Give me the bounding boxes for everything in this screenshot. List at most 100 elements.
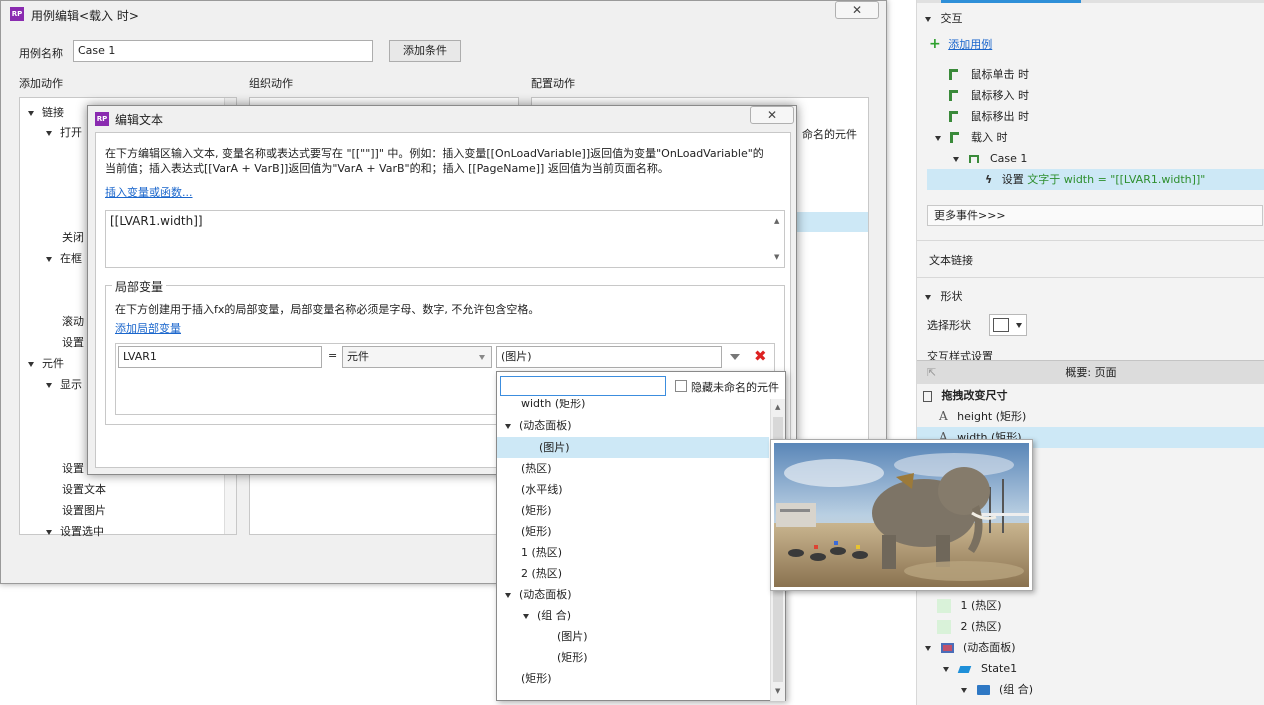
text-link-section[interactable]: 文本链接 <box>917 250 1264 271</box>
tree-item-set-image[interactable]: 设置图片 <box>62 502 106 518</box>
chevron-down-icon <box>1016 323 1022 328</box>
state-icon <box>957 665 971 673</box>
scroll-up-icon: ▲ <box>775 403 781 411</box>
list-item-label: (动态面板) <box>519 588 572 601</box>
interaction-section-header[interactable]: 交互 <box>917 8 1264 29</box>
outline-title: 概要: 页面 <box>1065 366 1117 379</box>
list-item[interactable]: (动态面板) <box>497 584 769 605</box>
outline-item[interactable]: A height (矩形) <box>917 406 1264 427</box>
list-item[interactable]: width (矩形) <box>497 399 769 414</box>
list-item[interactable]: (水平线) <box>497 479 769 500</box>
hotspot-icon <box>937 620 951 634</box>
case-label: Case 1 <box>990 152 1028 165</box>
interaction-style-label: 交互样式设置 <box>927 350 993 360</box>
list-item[interactable]: (矩形) <box>497 500 769 521</box>
outline-item[interactable]: 2 (热区) <box>917 616 1264 637</box>
event-onload[interactable]: 载入 时 <box>917 127 1264 148</box>
pin-icon: ⇱ <box>927 366 937 379</box>
case-name-input[interactable]: Case 1 <box>73 40 373 62</box>
select-shape-label: 选择形状 <box>927 319 971 332</box>
hide-unnamed-checkbox[interactable] <box>675 380 687 392</box>
text-editor[interactable]: [[LVAR1.width]] ▲ ▼ <box>105 210 785 268</box>
chevron-down-icon[interactable] <box>730 354 740 360</box>
close-button[interactable]: ✕ <box>835 1 879 19</box>
outline-root[interactable]: 拖拽改变尺寸 <box>917 385 1264 406</box>
add-action-header: 添加动作 <box>19 77 63 90</box>
outline-item[interactable]: (动态面板) <box>917 637 1264 658</box>
chevron-down-icon <box>935 136 941 141</box>
delete-icon[interactable]: ✖ <box>754 347 767 365</box>
list-item[interactable]: (矩形) <box>497 668 769 689</box>
configure-action-header: 配置动作 <box>531 77 575 90</box>
insert-variable-link[interactable]: 插入变量或函数... <box>105 184 193 200</box>
list-item[interactable]: (图片) <box>497 626 769 647</box>
chevron-down-icon <box>46 383 52 388</box>
tree-label: 元件 <box>42 357 64 370</box>
chevron-down-icon <box>925 17 931 22</box>
tree-label: 设置 <box>62 462 84 475</box>
case-item[interactable]: Case 1 <box>917 148 1264 169</box>
tree-label: 打开 <box>60 126 82 139</box>
tree-item-set-selected[interactable]: 设置选中 <box>46 523 104 539</box>
var-name-input[interactable]: LVAR1 <box>118 346 322 368</box>
tree-item[interactable]: 在框 <box>46 250 82 266</box>
shape-picker[interactable] <box>989 314 1027 336</box>
add-case-link[interactable]: + 添加用例 <box>917 34 1264 55</box>
outline-item-label: (组 合) <box>999 683 1034 696</box>
outline-item[interactable]: 1 (热区) <box>917 595 1264 616</box>
event-mouseenter[interactable]: 鼠标移入 时 <box>917 85 1264 106</box>
list-item[interactable]: (矩形) <box>497 647 769 668</box>
interaction-style-row[interactable]: 交互样式设置 <box>917 346 1264 360</box>
tree-item-set-text[interactable]: 设置文本 <box>62 481 106 497</box>
list-item[interactable]: (组 合) <box>497 605 769 626</box>
close-button[interactable]: ✕ <box>750 106 794 124</box>
page-icon <box>923 390 932 402</box>
folder-icon <box>976 685 990 695</box>
var-type-select[interactable]: 元件 <box>342 346 492 368</box>
list-item[interactable]: (矩形) <box>497 521 769 542</box>
elephant-race-image <box>774 443 1029 587</box>
more-events-dropdown[interactable]: 更多事件>>> <box>927 205 1263 226</box>
event-click[interactable]: 鼠标单击 时 <box>917 64 1264 85</box>
list-item-selected[interactable]: (图片) <box>497 437 769 458</box>
outline-item[interactable]: (组 合) <box>917 679 1264 700</box>
tree-item-widget[interactable]: 元件 <box>28 355 64 371</box>
description-line-2: 当前值；插入表达式[[VarA + VarB]]返回值为"VarA + VarB… <box>105 162 669 175</box>
tree-item[interactable]: 打开 <box>46 124 82 140</box>
widget-search-input[interactable] <box>500 376 666 396</box>
list-item[interactable]: 1 (热区) <box>497 542 769 563</box>
list-item[interactable]: (热区) <box>497 458 769 479</box>
outline-item-label: (动态面板) <box>963 641 1016 654</box>
add-condition-button[interactable]: 添加条件 <box>389 40 461 62</box>
list-item-label: width (矩形) <box>521 399 586 410</box>
list-item-label: (水平线) <box>521 483 563 496</box>
cursor-icon <box>949 132 960 144</box>
cursor-icon <box>949 90 959 102</box>
scrollbar[interactable]: ▲ ▼ <box>770 211 784 267</box>
var-target-select[interactable]: (图片) <box>496 346 722 368</box>
list-item[interactable]: (动态面板) <box>497 415 769 436</box>
cursor-icon <box>949 111 959 123</box>
list-item-label: (热区) <box>521 462 552 475</box>
equals-sign: = <box>328 349 338 362</box>
chevron-down-icon <box>46 257 52 262</box>
outline-item[interactable]: State1 <box>917 658 1264 679</box>
rp-logo-icon: RP <box>10 7 24 21</box>
shape-section-header[interactable]: 形状 <box>917 286 1264 307</box>
chevron-down-icon <box>943 667 949 672</box>
tree-item-link[interactable]: 链接 <box>28 104 64 120</box>
list-item[interactable]: 2 (热区) <box>497 563 769 584</box>
event-mouseleave[interactable]: 鼠标移出 时 <box>917 106 1264 127</box>
action-item[interactable]: ϟ 设置 文字于 width = "[[LVAR1.width]]" <box>927 169 1264 190</box>
tree-item[interactable]: 设置 <box>62 334 84 350</box>
select-shape-row: 选择形状 <box>917 315 1264 336</box>
outline-item-label: height (矩形) <box>957 410 1027 423</box>
outline-item-label: 2 (热区) <box>960 620 1002 633</box>
list-item-label: (图片) <box>557 630 588 643</box>
add-local-variable-link[interactable]: 添加局部变量 <box>115 320 181 336</box>
tree-item[interactable]: 设置 <box>62 460 84 476</box>
tree-item[interactable]: 显示 <box>46 376 82 392</box>
tree-item[interactable]: 滚动 <box>62 313 84 329</box>
plus-icon: + <box>929 36 941 52</box>
tree-item[interactable]: 关闭 <box>62 229 84 245</box>
